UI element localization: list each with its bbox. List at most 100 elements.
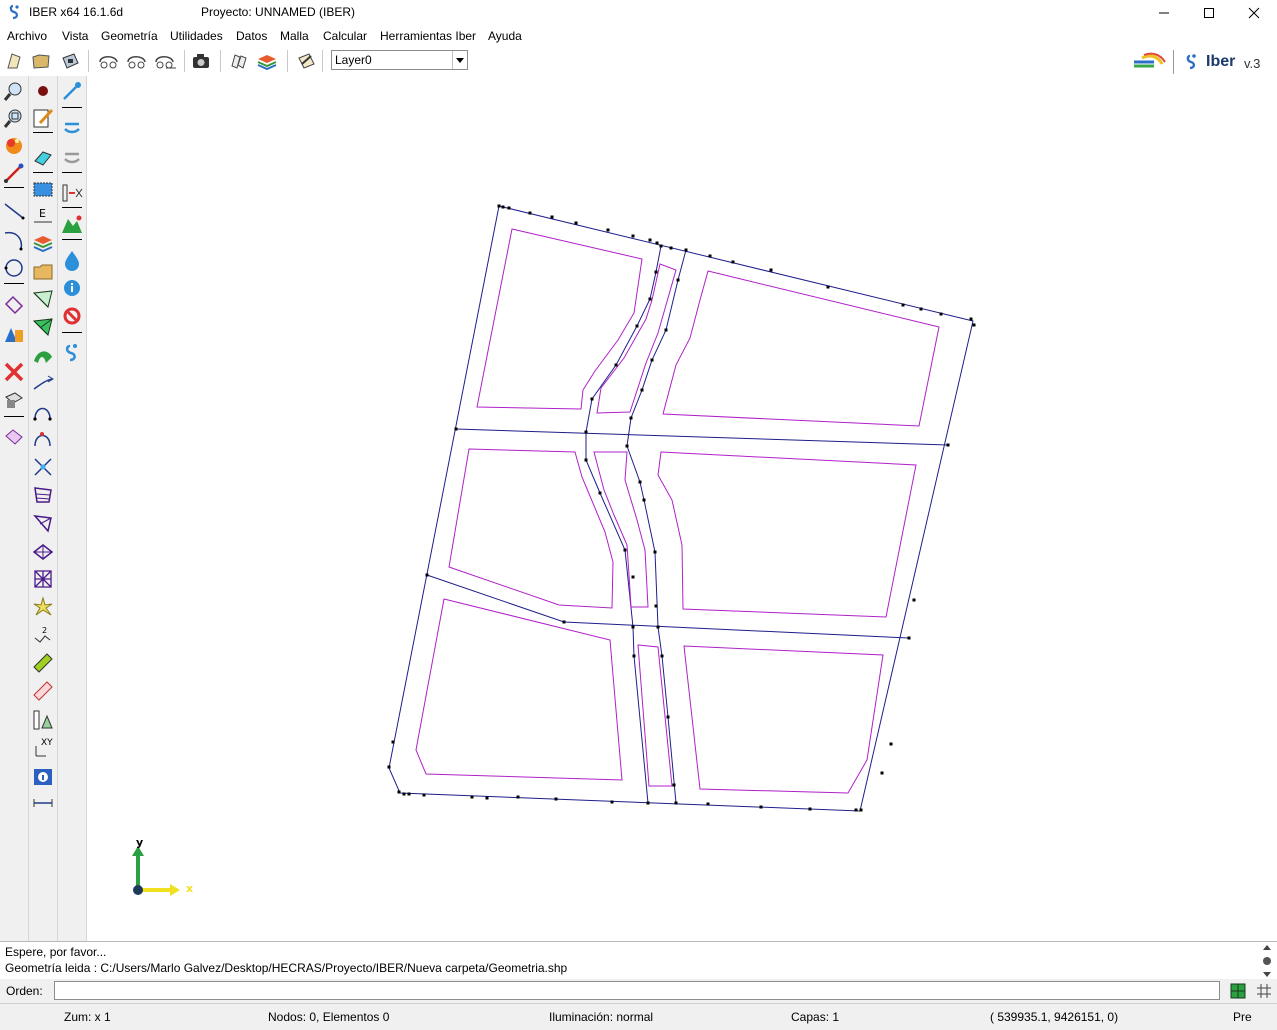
brand-divider: [1173, 50, 1174, 74]
stop-icon[interactable]: [61, 305, 83, 327]
triangle-ruler-icon[interactable]: [32, 709, 54, 731]
arrow-curve-icon[interactable]: [32, 373, 54, 395]
line-icon[interactable]: [3, 200, 25, 222]
surface-green-icon[interactable]: [32, 345, 54, 367]
mesh-tool-icon[interactable]: [32, 288, 54, 310]
rotate-icon[interactable]: [3, 162, 25, 184]
eraser-icon[interactable]: [32, 147, 54, 169]
output-scrollbar[interactable]: [1261, 944, 1273, 978]
new-icon[interactable]: [4, 52, 24, 70]
geometry-point: [631, 625, 635, 629]
zoom-icon[interactable]: [3, 80, 25, 102]
chevron-down-icon[interactable]: [452, 51, 467, 69]
menu-datos[interactable]: Datos: [236, 29, 267, 43]
menu-herramientas-iber[interactable]: Herramientas Iber: [380, 29, 476, 43]
brush-icon[interactable]: [61, 80, 83, 102]
terrain-icon[interactable]: [61, 213, 83, 235]
mesh-fill-icon[interactable]: [32, 316, 54, 338]
minimize-button[interactable]: [1141, 0, 1187, 26]
geometry-point: [653, 550, 657, 554]
surface-icon[interactable]: [3, 294, 25, 316]
iber-brand: Iber v.3: [1132, 50, 1272, 74]
renumber-icon[interactable]: 2: [32, 624, 54, 646]
measure-icon[interactable]: [3, 426, 25, 448]
open-icon[interactable]: [31, 52, 51, 70]
zoom-frame-icon[interactable]: [3, 107, 25, 129]
geometry-point: [880, 771, 884, 775]
command-row: Orden:: [0, 979, 1277, 1003]
geometry-point: [422, 793, 426, 797]
volume-icon[interactable]: [3, 322, 25, 344]
layers-icon[interactable]: [257, 52, 277, 70]
arc-icon[interactable]: [3, 229, 25, 251]
geometry-point: [642, 498, 646, 502]
menu-ayuda[interactable]: Ayuda: [488, 29, 522, 43]
xy-icon[interactable]: XY: [32, 736, 54, 758]
geometry-point: [654, 604, 658, 608]
menu-vista[interactable]: Vista: [62, 29, 88, 43]
info-blue-icon[interactable]: [32, 766, 54, 788]
render-icon[interactable]: [3, 134, 25, 156]
maximize-button[interactable]: [1186, 0, 1232, 26]
curve-red-icon[interactable]: [32, 428, 54, 450]
status-nodes: Nodos: 0, Elementos 0: [268, 1010, 390, 1024]
menu-archivo[interactable]: Archivo: [7, 29, 47, 43]
delete-icon[interactable]: [3, 361, 25, 383]
undo-icon[interactable]: [96, 52, 122, 70]
iber-logo-icon[interactable]: [61, 342, 83, 364]
geometry-point: [485, 796, 489, 800]
toolbar-separator: [184, 50, 185, 72]
close-button[interactable]: [1231, 0, 1277, 26]
status-bar: Zum: x 1 Nodos: 0, Elementos 0 Iluminaci…: [0, 1003, 1277, 1030]
layers-edit-icon[interactable]: [3, 389, 25, 411]
geometry-point: [629, 416, 633, 420]
mesh-view-icon[interactable]: [1230, 983, 1246, 999]
inlet-icon[interactable]: [61, 116, 83, 138]
point-icon[interactable]: [32, 80, 54, 102]
view-icon[interactable]: [229, 52, 249, 70]
ruler-diag-icon[interactable]: [32, 652, 54, 674]
iber-wordmark: Iber: [1206, 53, 1236, 70]
curve-nodes-icon[interactable]: [32, 401, 54, 423]
bridge-icon[interactable]: [61, 182, 83, 204]
info-icon[interactable]: [61, 277, 83, 299]
outlet-icon[interactable]: [61, 146, 83, 168]
mesh-struct-icon[interactable]: [32, 484, 54, 506]
ruler-icon[interactable]: [32, 680, 54, 702]
layer-select[interactable]: Layer0: [331, 50, 468, 70]
folder-icon[interactable]: [32, 261, 54, 283]
water-drop-icon[interactable]: [61, 249, 83, 271]
circle-icon[interactable]: [3, 257, 25, 279]
label-icon[interactable]: E: [32, 204, 54, 226]
geometry-point: [470, 795, 474, 799]
command-input[interactable]: [54, 981, 1220, 1000]
block-polygon: [683, 645, 884, 794]
geometry-point: [731, 260, 735, 264]
menu-malla[interactable]: Malla: [280, 29, 309, 43]
mesh-tri-icon[interactable]: [32, 512, 54, 534]
menu-geometria[interactable]: Geometría: [101, 29, 158, 43]
toolbar-separator: [322, 50, 323, 72]
redo-icon[interactable]: [124, 52, 150, 70]
pencil-icon[interactable]: [32, 107, 54, 129]
save-icon[interactable]: [60, 52, 80, 70]
geometry-point: [669, 246, 673, 250]
redo-all-icon[interactable]: [152, 52, 178, 70]
explode-icon[interactable]: [32, 596, 54, 618]
menu-utilidades[interactable]: Utilidades: [170, 29, 223, 43]
status-coordinates: ( 539935.1, 9426151, 0): [990, 1010, 1119, 1024]
intersect-icon[interactable]: [32, 456, 54, 478]
mesh-cross-icon[interactable]: [32, 541, 54, 563]
left-toolbars: E 2 XY: [0, 76, 87, 941]
camera-icon[interactable]: [191, 52, 211, 70]
svg-text:E: E: [39, 207, 46, 220]
edit-icon[interactable]: [296, 52, 316, 70]
grid-icon[interactable]: [1256, 983, 1272, 999]
geometry-point: [684, 248, 688, 252]
mesh-grid-icon[interactable]: [32, 568, 54, 590]
menu-calcular[interactable]: Calcular: [323, 29, 367, 43]
rectangle-icon[interactable]: [32, 179, 54, 201]
layers-stack-icon[interactable]: [32, 233, 54, 255]
drawing-canvas[interactable]: y x: [87, 76, 1277, 941]
dimension-icon[interactable]: [32, 792, 54, 814]
